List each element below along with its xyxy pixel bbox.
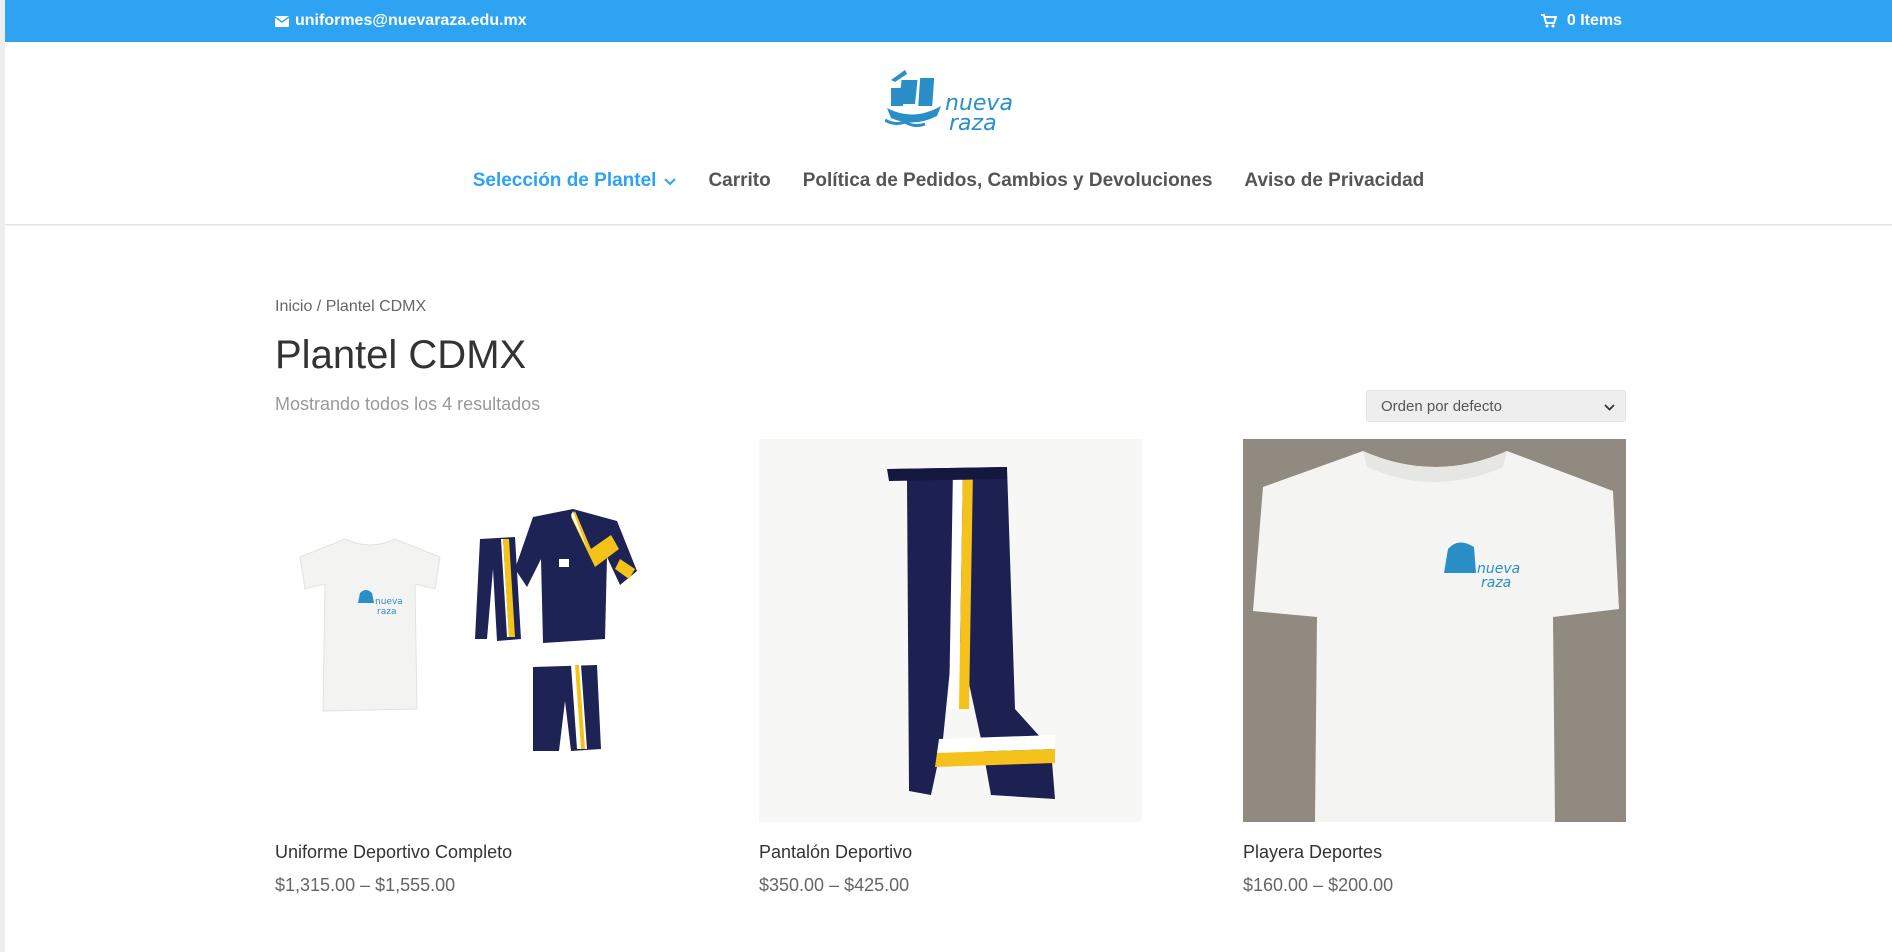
email-text: uniformes@nuevaraza.edu.mx <box>295 12 527 29</box>
cart-icon <box>1540 14 1557 28</box>
main-navigation: Selección de Plantel Carrito Política de… <box>5 170 1892 192</box>
page: uniformes@nuevaraza.edu.mx 0 Items nueva <box>5 0 1892 952</box>
svg-text:raza: raza <box>949 111 997 136</box>
breadcrumb-current: Plantel CDMX <box>325 298 427 315</box>
product-name[interactable]: Playera Deportes <box>1243 842 1626 863</box>
breadcrumb-separator: / <box>312 298 326 315</box>
nav-item-label: Política de Pedidos, Cambios y Devolucio… <box>802 170 1213 191</box>
nav-item-label: Aviso de Privacidad <box>1244 170 1425 191</box>
svg-text:raza: raza <box>1481 575 1511 591</box>
orderby-value: Orden por defecto <box>1381 397 1502 415</box>
nav-item-carrito[interactable]: Carrito <box>708 170 770 192</box>
product-card[interactable]: Pantalón Deportivo $350.00 – $425.00 <box>759 439 1142 896</box>
email-link[interactable]: uniformes@nuevaraza.edu.mx <box>275 12 527 30</box>
site-header: nueva raza Selección de Plantel Carrito … <box>5 42 1892 225</box>
product-name[interactable]: Uniforme Deportivo Completo <box>275 842 658 863</box>
breadcrumb-home[interactable]: Inicio <box>275 298 312 315</box>
nav-item-politica[interactable]: Política de Pedidos, Cambios y Devolucio… <box>803 170 1213 192</box>
product-image-full-uniform[interactable]: nueva raza <box>275 439 658 822</box>
product-image-white-tshirt[interactable]: nueva raza <box>1243 439 1626 822</box>
site-logo[interactable]: nueva raza <box>884 66 1025 138</box>
product-price: $1,315.00 – $1,555.00 <box>275 875 456 895</box>
chevron-down-icon <box>1604 398 1615 415</box>
chevron-down-icon <box>664 170 677 192</box>
product-price: $160.00 – $200.00 <box>1243 875 1394 895</box>
nav-item-seleccion-plantel[interactable]: Selección de Plantel <box>473 170 677 192</box>
top-bar: uniformes@nuevaraza.edu.mx 0 Items <box>5 0 1892 42</box>
product-image-sport-pants[interactable] <box>759 439 1142 822</box>
result-count: Mostrando todos los 4 resultados <box>275 394 541 414</box>
product-name[interactable]: Pantalón Deportivo <box>759 842 1142 863</box>
nav-item-label: Selección de Plantel <box>472 170 657 191</box>
svg-text:nueva: nueva <box>375 597 403 607</box>
envelope-icon <box>275 15 289 27</box>
cart-link[interactable]: 0 Items <box>1540 12 1622 30</box>
orderby-select[interactable]: Orden por defecto <box>1366 390 1626 422</box>
product-price: $350.00 – $425.00 <box>759 875 910 895</box>
svg-text:raza: raza <box>377 607 396 617</box>
cart-count: 0 Items <box>1566 12 1622 29</box>
page-title: Plantel CDMX <box>275 333 527 377</box>
nav-item-aviso-privacidad[interactable]: Aviso de Privacidad <box>1244 170 1424 192</box>
nav-item-label: Carrito <box>708 170 771 191</box>
product-card[interactable]: nueva raza Playera Deportes $160.00 – $2… <box>1243 439 1626 896</box>
breadcrumb: Inicio / Plantel CDMX <box>275 298 426 316</box>
product-card[interactable]: nueva raza Uniforme Deportivo Completo $… <box>275 439 658 896</box>
